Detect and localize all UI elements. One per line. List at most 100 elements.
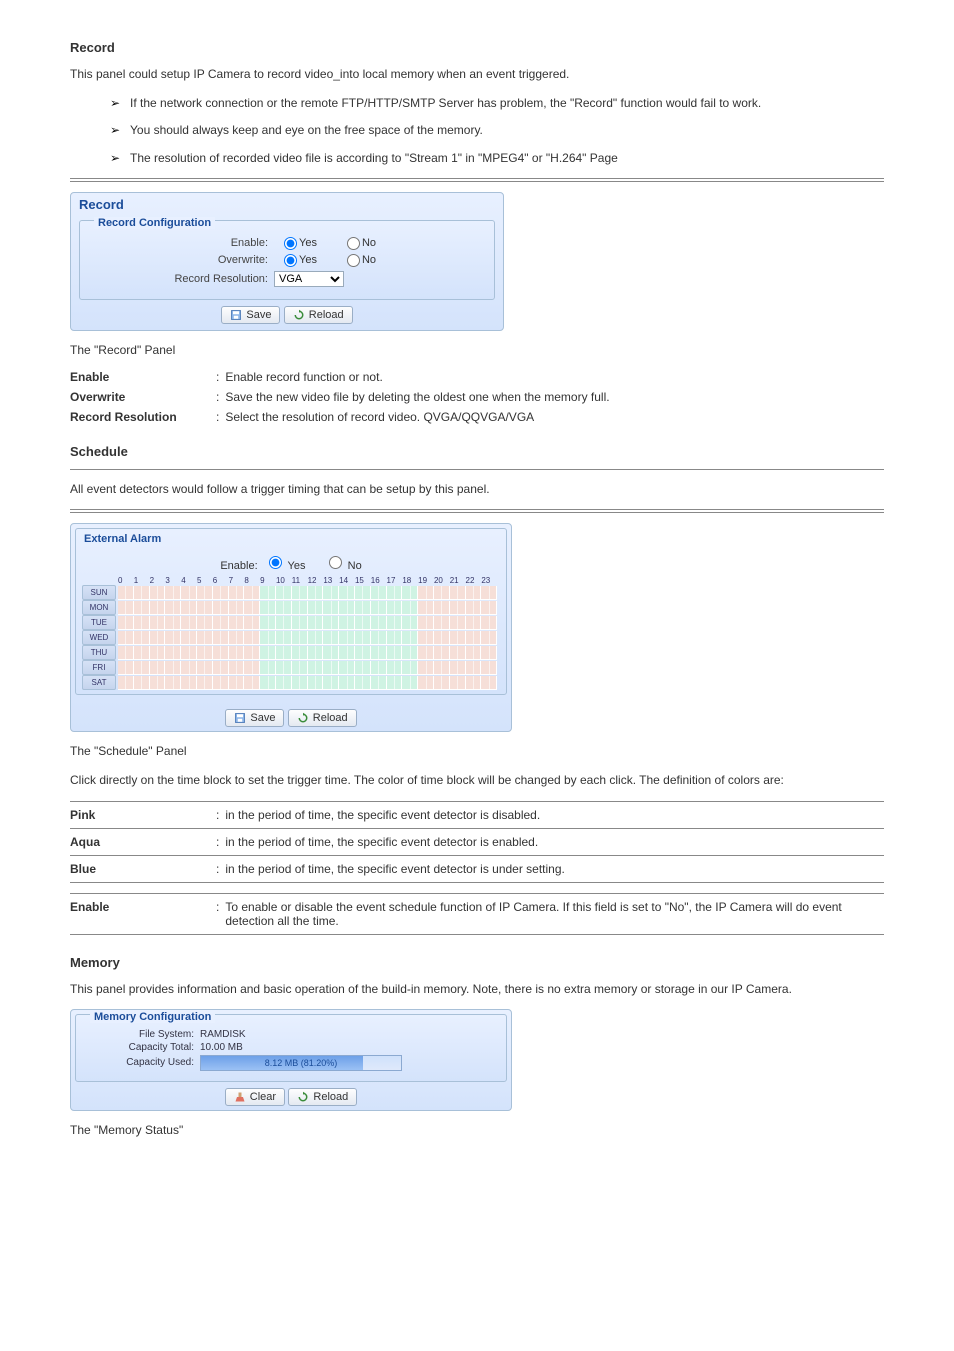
time-block[interactable] — [308, 586, 324, 600]
time-block[interactable] — [402, 601, 418, 615]
time-block[interactable] — [450, 586, 466, 600]
time-block[interactable] — [387, 676, 403, 690]
time-block[interactable] — [371, 661, 387, 675]
time-block[interactable] — [181, 601, 197, 615]
time-block[interactable] — [355, 661, 371, 675]
time-block[interactable] — [181, 676, 197, 690]
time-block[interactable] — [197, 601, 213, 615]
time-block[interactable] — [150, 601, 166, 615]
time-block[interactable] — [292, 676, 308, 690]
time-block[interactable] — [213, 676, 229, 690]
time-block[interactable] — [481, 661, 497, 675]
time-block[interactable] — [213, 616, 229, 630]
time-block[interactable] — [481, 601, 497, 615]
day-label-button[interactable]: SUN — [82, 585, 116, 600]
time-block[interactable] — [260, 661, 276, 675]
time-block[interactable] — [165, 676, 181, 690]
time-block[interactable] — [213, 661, 229, 675]
time-block[interactable] — [387, 616, 403, 630]
time-block[interactable] — [118, 586, 134, 600]
time-block[interactable] — [134, 586, 150, 600]
save-button[interactable]: Save — [221, 306, 280, 324]
time-block[interactable] — [434, 616, 450, 630]
time-block[interactable] — [450, 616, 466, 630]
time-block[interactable] — [150, 586, 166, 600]
time-block[interactable] — [371, 616, 387, 630]
time-block[interactable] — [260, 616, 276, 630]
radio-enable-no[interactable] — [347, 237, 360, 250]
time-block[interactable] — [292, 646, 308, 660]
time-block[interactable] — [134, 616, 150, 630]
time-block[interactable] — [260, 676, 276, 690]
radio-sched-no[interactable] — [329, 556, 342, 569]
time-block[interactable] — [181, 631, 197, 645]
time-block[interactable] — [229, 661, 245, 675]
time-block[interactable] — [181, 646, 197, 660]
radio-overwrite-no[interactable] — [347, 254, 360, 267]
time-block[interactable] — [402, 676, 418, 690]
time-block[interactable] — [418, 661, 434, 675]
day-label-button[interactable]: TUE — [82, 615, 116, 630]
time-block[interactable] — [355, 586, 371, 600]
time-block[interactable] — [229, 676, 245, 690]
time-block[interactable] — [260, 601, 276, 615]
time-block[interactable] — [150, 616, 166, 630]
time-block[interactable] — [339, 676, 355, 690]
time-block[interactable] — [402, 586, 418, 600]
time-block[interactable] — [118, 646, 134, 660]
time-block[interactable] — [229, 631, 245, 645]
time-block[interactable] — [355, 631, 371, 645]
time-block[interactable] — [244, 646, 260, 660]
time-block[interactable] — [181, 586, 197, 600]
time-block[interactable] — [213, 601, 229, 615]
time-block[interactable] — [260, 586, 276, 600]
time-block[interactable] — [276, 646, 292, 660]
time-block[interactable] — [276, 601, 292, 615]
time-block[interactable] — [355, 676, 371, 690]
time-block[interactable] — [434, 676, 450, 690]
time-block[interactable] — [418, 646, 434, 660]
time-block[interactable] — [387, 601, 403, 615]
time-block[interactable] — [134, 601, 150, 615]
time-block[interactable] — [323, 586, 339, 600]
reload-button[interactable]: Reload — [288, 1088, 357, 1106]
time-block[interactable] — [481, 616, 497, 630]
time-block[interactable] — [181, 661, 197, 675]
time-block[interactable] — [244, 586, 260, 600]
day-label-button[interactable]: FRI — [82, 660, 116, 675]
time-block[interactable] — [276, 616, 292, 630]
time-block[interactable] — [418, 631, 434, 645]
time-block[interactable] — [308, 616, 324, 630]
time-block[interactable] — [402, 631, 418, 645]
time-block[interactable] — [355, 646, 371, 660]
time-block[interactable] — [371, 676, 387, 690]
time-block[interactable] — [276, 661, 292, 675]
reload-button[interactable]: Reload — [288, 709, 357, 727]
time-block[interactable] — [213, 586, 229, 600]
time-block[interactable] — [292, 616, 308, 630]
time-block[interactable] — [276, 676, 292, 690]
time-block[interactable] — [229, 586, 245, 600]
time-block[interactable] — [244, 631, 260, 645]
time-block[interactable] — [418, 601, 434, 615]
time-block[interactable] — [323, 676, 339, 690]
time-block[interactable] — [197, 586, 213, 600]
time-block[interactable] — [165, 586, 181, 600]
time-block[interactable] — [371, 586, 387, 600]
time-block[interactable] — [229, 646, 245, 660]
time-block[interactable] — [481, 586, 497, 600]
time-block[interactable] — [450, 676, 466, 690]
time-block[interactable] — [481, 676, 497, 690]
time-block[interactable] — [150, 676, 166, 690]
time-block[interactable] — [466, 586, 482, 600]
time-block[interactable] — [244, 616, 260, 630]
time-block[interactable] — [181, 616, 197, 630]
time-block[interactable] — [450, 646, 466, 660]
day-label-button[interactable]: MON — [82, 600, 116, 615]
time-block[interactable] — [276, 586, 292, 600]
time-block[interactable] — [339, 631, 355, 645]
time-block[interactable] — [197, 646, 213, 660]
time-block[interactable] — [118, 676, 134, 690]
day-label-button[interactable]: SAT — [82, 675, 116, 690]
time-block[interactable] — [434, 586, 450, 600]
